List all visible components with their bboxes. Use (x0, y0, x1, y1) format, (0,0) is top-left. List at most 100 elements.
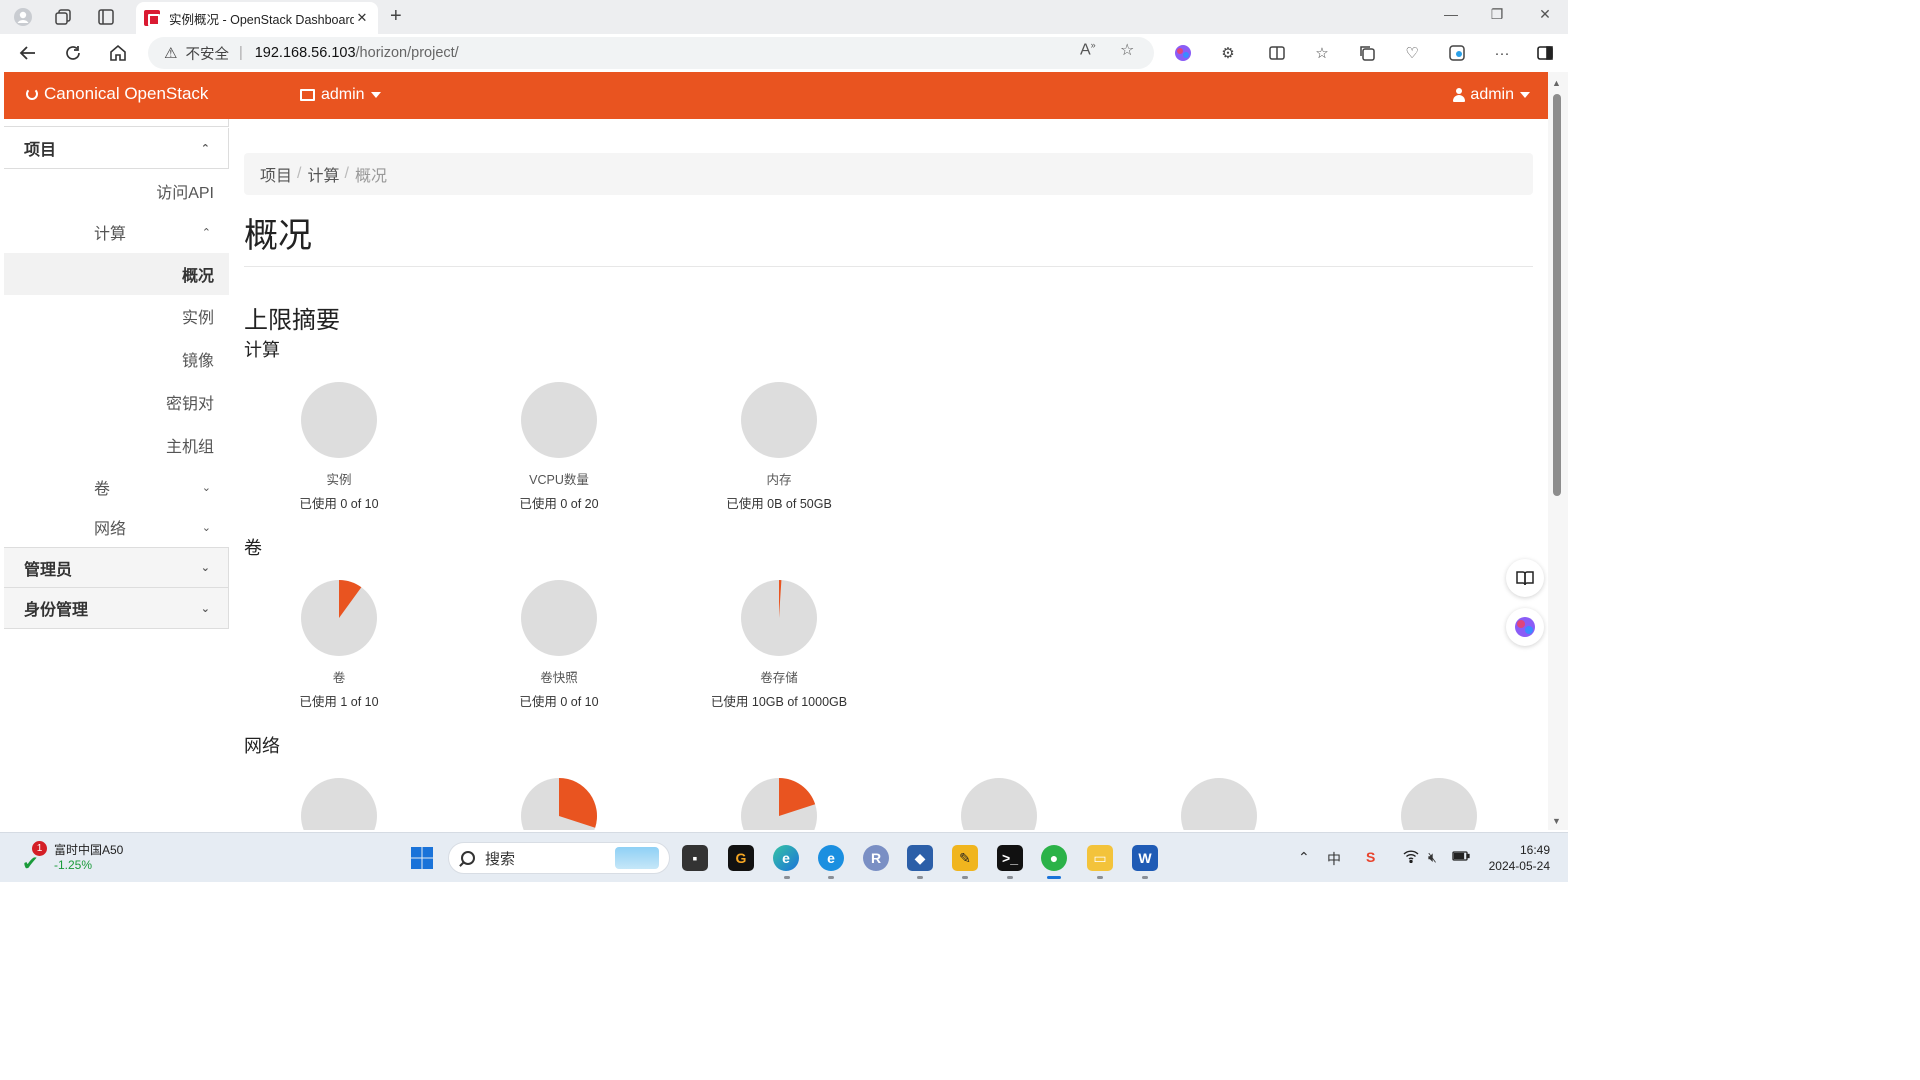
app-g-icon[interactable]: G (728, 845, 754, 871)
word-icon[interactable]: W (1132, 845, 1158, 871)
back-icon[interactable] (17, 42, 39, 64)
project-list-icon (300, 89, 315, 101)
sidebar-toggle-icon[interactable] (1535, 43, 1555, 63)
sogou-ime-icon[interactable]: S (1366, 849, 1375, 865)
user-menu[interactable]: admin (1453, 86, 1530, 104)
collections-icon[interactable] (1357, 43, 1377, 63)
favorite-star-icon[interactable]: ☆ (1120, 40, 1134, 60)
system-clock[interactable]: 16:49 2024-05-24 (1478, 842, 1550, 874)
sidebar-item-instances[interactable]: 实例 (4, 295, 229, 337)
address-bar[interactable]: ⚠ 不安全 | 192.168.56.103/horizon/project/ (148, 37, 1154, 69)
refresh-icon[interactable] (62, 42, 84, 64)
task-view-icon[interactable]: ▪ (682, 845, 708, 871)
more-menu-icon[interactable]: ··· (1492, 43, 1512, 63)
browser-essentials-icon[interactable]: ♡ (1402, 43, 1422, 63)
extensions-icon[interactable]: ⚙ (1218, 43, 1238, 63)
ime-indicator[interactable]: 中 (1327, 849, 1341, 869)
breadcrumb-item-compute[interactable]: 计算 (307, 162, 339, 186)
tab-actions-icon[interactable] (95, 6, 117, 28)
new-tab-button[interactable]: + (390, 5, 402, 28)
volume-muted-icon[interactable]: 🔇︎ (1428, 849, 1437, 866)
terminal-icon[interactable]: >_ (997, 845, 1023, 871)
sidebar-panel-project[interactable]: 项目 ⌃ (4, 128, 229, 169)
running-indicator (1007, 876, 1013, 879)
sidebar-item-label: 实例 (181, 310, 214, 327)
quota-pie-label: 内存 (766, 473, 792, 487)
user-icon (1453, 88, 1466, 102)
read-aloud-icon[interactable]: A» (1080, 40, 1096, 59)
search-highlight-icon (615, 847, 659, 869)
stock-check-icon: ✔ 1 (20, 840, 47, 875)
sidebar-group-label: 卷 (94, 481, 111, 498)
sidebar-group-volumes[interactable]: 卷 ⌄ (4, 467, 229, 507)
restore-icon[interactable]: ❐ (1482, 6, 1512, 23)
copilot-floating-icon[interactable] (1506, 608, 1544, 646)
page-title-divider (244, 266, 1533, 267)
battery-icon[interactable] (1452, 849, 1470, 865)
openstack-dashboard: Canonical OpenStack admin admin 项目 ⌃ 访问A… (4, 72, 1548, 830)
chevron-up-icon: ⌃ (201, 226, 211, 239)
wechat-icon[interactable]: ● (1041, 845, 1067, 871)
quota-pie-usage: 已使用 0B of 50GB (726, 497, 832, 511)
sidebar-group-network[interactable]: 网络 ⌄ (4, 507, 229, 547)
edge-icon[interactable]: e (773, 845, 799, 871)
file-explorer-icon[interactable]: ▭ (1087, 845, 1113, 871)
scroll-down-icon[interactable]: ▼ (1552, 816, 1561, 826)
sidebar-item-keypairs[interactable]: 密钥对 (4, 381, 229, 423)
wifi-icon[interactable] (1403, 849, 1419, 866)
r-app-icon[interactable]: R (863, 845, 889, 871)
sidebar-item-label: 主机组 (165, 439, 214, 456)
breadcrumb-item-project[interactable]: 项目 (260, 162, 292, 186)
virtualbox-icon[interactable]: ◆ (907, 845, 933, 871)
scroll-up-icon[interactable]: ▲ (1552, 78, 1561, 88)
sidebar-item-overview[interactable]: 概况 (4, 253, 229, 295)
window-close-icon[interactable]: ✕ (1530, 6, 1560, 23)
tray-chevron-up-icon[interactable]: ⌃ (1298, 849, 1310, 866)
favorites-icon[interactable]: ☆ (1312, 43, 1332, 63)
quota-pie-chart (961, 778, 1037, 830)
sidebar-group-compute[interactable]: 计算 ⌃ (4, 212, 229, 252)
sidebar-panel-identity[interactable]: 身份管理 ⌄ (4, 588, 229, 629)
sidebar-divider (4, 119, 229, 127)
sidebar-item-label: 密钥对 (165, 396, 214, 413)
sidebar-item-access-api[interactable]: 访问API (4, 170, 229, 212)
browser-tab-active[interactable]: 实例概况 - OpenStack Dashboard ✕ (136, 2, 378, 34)
clock-time: 16:49 (1519, 843, 1550, 857)
chevron-down-icon: ⌄ (200, 562, 210, 574)
caret-down-icon (370, 92, 381, 98)
quota-pie-label: 卷存储 (760, 671, 798, 685)
brand-link[interactable]: Canonical OpenStack (26, 84, 208, 104)
url-divider: | (238, 45, 243, 61)
immersive-reader-icon[interactable] (1506, 559, 1544, 597)
minimize-icon[interactable]: — (1436, 6, 1466, 22)
stock-widget[interactable]: ✔ 1 富时中国A50 -1.25% (20, 840, 123, 875)
quota-pie-label: 实例 (326, 473, 352, 487)
sidebar-item-images[interactable]: 镜像 (4, 338, 229, 380)
canonical-logo-icon (26, 88, 38, 100)
project-selector[interactable]: admin (300, 86, 381, 104)
section-network-heading: 网络 (244, 736, 280, 756)
breadcrumb: 项目 / 计算 / 概况 (244, 153, 1533, 195)
sidebar-panel-admin[interactable]: 管理员 ⌄ (4, 547, 229, 588)
sidebar-item-server-groups[interactable]: 主机组 (4, 424, 229, 466)
workspaces-icon[interactable] (52, 6, 74, 28)
ie-icon[interactable]: e (818, 845, 844, 871)
profile-icon[interactable] (12, 6, 34, 28)
browser-tab-bar: 实例概况 - OpenStack Dashboard ✕ + — ❐ ✕ (0, 0, 1568, 34)
home-icon[interactable] (107, 42, 129, 64)
taskbar-search[interactable]: 搜索 (448, 842, 670, 874)
split-screen-icon[interactable] (1267, 43, 1287, 63)
tab-close-icon[interactable]: ✕ (354, 10, 370, 26)
edge-bar-icon[interactable] (1447, 43, 1467, 63)
quota-pie-usage: 已使用 0 of 10 (519, 695, 599, 709)
user-menu-label: admin (1470, 86, 1514, 103)
browser-toolbar: ⚠ 不安全 | 192.168.56.103/horizon/project/ … (0, 34, 1568, 72)
windows-start-icon[interactable] (408, 845, 436, 871)
copilot-extension-icon[interactable] (1173, 43, 1193, 63)
page-scrollbar[interactable]: ▲ ▼ (1548, 72, 1568, 830)
active-indicator (1047, 876, 1061, 879)
sidebar-panel-label: 项目 (24, 142, 57, 159)
chart-app-icon[interactable]: ✎ (952, 845, 978, 871)
quota-pie-usage: 已使用 0 of 10 (299, 497, 379, 511)
scrollbar-thumb[interactable] (1553, 94, 1561, 496)
